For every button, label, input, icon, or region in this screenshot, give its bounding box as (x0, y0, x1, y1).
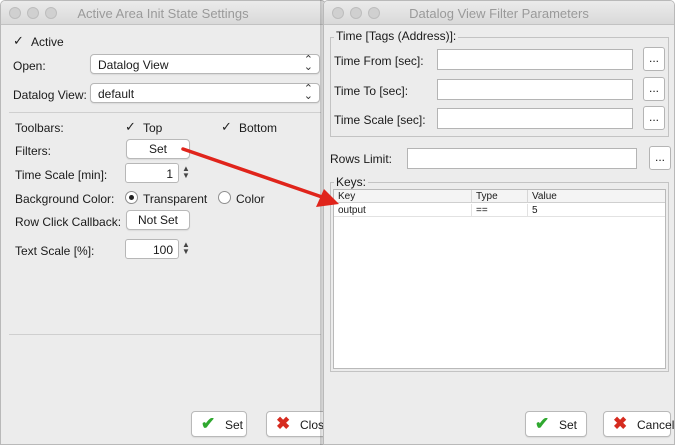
annotation-arrow (181, 147, 339, 207)
arrow-line (181, 147, 324, 199)
arrow-head (316, 189, 339, 207)
